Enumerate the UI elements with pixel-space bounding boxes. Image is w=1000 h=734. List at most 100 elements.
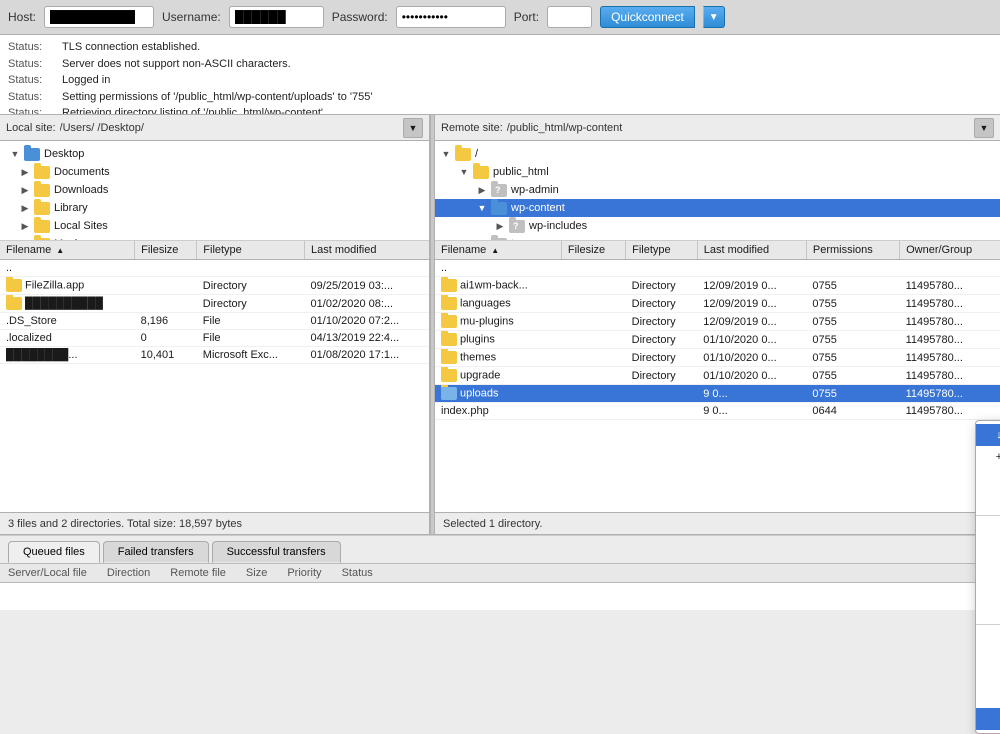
queue-headers: Server/Local file Direction Remote file … xyxy=(0,563,1000,582)
tree-item-documents[interactable]: ▶ Documents xyxy=(0,163,429,181)
tree-toggle-wp-content[interactable]: ▼ xyxy=(475,201,489,215)
table-row[interactable]: plugins Directory 01/10/2020 0... 0755 1… xyxy=(435,331,1000,349)
folder-icon-wp-admin: ? xyxy=(491,184,507,197)
tree-toggle-root[interactable]: ▼ xyxy=(439,147,453,161)
tree-toggle-public_html[interactable]: ▼ xyxy=(457,165,471,179)
folder-icon-row2 xyxy=(6,297,22,310)
queue-col-remote: Remote file xyxy=(170,567,226,579)
col-perms-remote[interactable]: Permissions xyxy=(806,241,899,260)
file-name: index.php xyxy=(435,403,561,420)
tree-label-desktop: Desktop xyxy=(44,148,84,160)
file-modified: 9 0... xyxy=(697,403,806,420)
port-input[interactable] xyxy=(547,6,592,28)
local-file-table-container[interactable]: Filename ▲ Filesize Filetype Last modifi… xyxy=(0,241,429,512)
folder-icon-documents xyxy=(34,166,50,179)
table-row[interactable]: ██████████ Directory 01/02/2020 08:... xyxy=(0,295,429,313)
file-size xyxy=(135,277,197,295)
tree-item-wp-content[interactable]: ▼ wp-content xyxy=(435,199,1000,217)
context-menu-create-dir[interactable]: Create directory xyxy=(976,519,1000,541)
file-modified: 01/10/2020 0... xyxy=(697,331,806,349)
table-row[interactable]: upgrade Directory 01/10/2020 0... 0755 1… xyxy=(435,367,1000,385)
tree-toggle-wp-includes[interactable]: ▶ xyxy=(493,219,507,233)
tree-item-downloads[interactable]: ▶ Downloads xyxy=(0,181,429,199)
file-modified: 01/02/2020 08:... xyxy=(305,295,429,313)
tree-toggle-wp-admin[interactable]: ▶ xyxy=(475,183,489,197)
col-filetype-remote[interactable]: Filetype xyxy=(626,241,698,260)
local-site-dropdown[interactable]: ▼ xyxy=(403,118,423,138)
file-owner: 11495780... xyxy=(900,385,1000,403)
tree-item-localsites[interactable]: ▶ Local Sites xyxy=(0,217,429,235)
table-row[interactable]: themes Directory 01/10/2020 0... 0755 11… xyxy=(435,349,1000,367)
quickconnect-dropdown-button[interactable]: ▼ xyxy=(703,6,725,28)
file-type xyxy=(197,260,305,277)
col-filesize-remote[interactable]: Filesize xyxy=(561,241,625,260)
enter-dir-icon xyxy=(992,472,1000,486)
tree-toggle-downloads[interactable]: ▶ xyxy=(18,183,32,197)
tree-toggle-localsites[interactable]: ▶ xyxy=(18,219,32,233)
col-filename-remote[interactable]: Filename ▲ xyxy=(435,241,561,260)
tree-item-public_html[interactable]: ▼ public_html xyxy=(435,163,1000,181)
context-menu-download[interactable]: ↓ Download xyxy=(976,424,1000,446)
file-size: 8,196 xyxy=(135,313,197,330)
col-owner-remote[interactable]: Owner/Group xyxy=(900,241,1000,260)
table-row-uploads[interactable]: uploads 9 0... 0755 11495780... xyxy=(435,385,1000,403)
tree-toggle-desktop[interactable]: ▼ xyxy=(8,147,22,161)
table-row[interactable]: .. xyxy=(435,260,1000,277)
table-row[interactable]: mu-plugins Directory 12/09/2019 0... 075… xyxy=(435,313,1000,331)
tree-toggle-library[interactable]: ▶ xyxy=(18,201,32,215)
tree-item-wp-admin[interactable]: ▶ ? wp-admin xyxy=(435,181,1000,199)
table-row[interactable]: languages Directory 12/09/2019 0... 0755… xyxy=(435,295,1000,313)
context-menu-refresh[interactable]: Refresh xyxy=(976,599,1000,621)
context-menu-copy-url[interactable]: Copy URL(s) to clipboard xyxy=(976,672,1000,708)
local-site-label: Local site: xyxy=(6,122,56,134)
remote-site-dropdown[interactable]: ▼ xyxy=(974,118,994,138)
col-filetype-local[interactable]: Filetype xyxy=(197,241,305,260)
tree-item-root[interactable]: ▼ / xyxy=(435,145,1000,163)
context-menu-file-perms[interactable]: File permissions... xyxy=(976,708,1000,730)
table-row[interactable]: index.php 9 0... 0644 11495780... xyxy=(435,403,1000,420)
password-input[interactable] xyxy=(396,6,506,28)
file-owner: 11495780... xyxy=(900,403,1000,420)
rename-icon xyxy=(992,654,1000,668)
context-menu-enter-dir[interactable]: Enter directory xyxy=(976,468,1000,490)
host-input[interactable] xyxy=(44,6,154,28)
context-menu-create-enter-dir[interactable]: Create directory and enter it xyxy=(976,541,1000,577)
col-modified-remote[interactable]: Last modified xyxy=(697,241,806,260)
folder-icon-ai1wm xyxy=(441,279,457,292)
file-owner: 11495780... xyxy=(900,349,1000,367)
col-filesize-local[interactable]: Filesize xyxy=(135,241,197,260)
col-filename-local[interactable]: Filename ▲ xyxy=(0,241,135,260)
file-name: .. xyxy=(0,260,135,277)
table-row[interactable]: .localized 0 File 04/13/2019 22:4... xyxy=(0,330,429,347)
context-menu-delete[interactable]: Delete xyxy=(976,628,1000,650)
table-row[interactable]: ████████... 10,401 Microsoft Exc... 01/0… xyxy=(0,347,429,364)
tree-toggle-documents[interactable]: ▶ xyxy=(18,165,32,179)
create-enter-dir-icon xyxy=(992,552,1000,566)
folder-icon-wp-includes: ? xyxy=(509,220,525,233)
file-perms: 0755 xyxy=(806,331,899,349)
remote-file-table-container[interactable]: Filename ▲ Filesize Filetype Last modifi… xyxy=(435,241,1000,512)
remote-tree: ▼ / ▼ public_html ▶ ? wp-admin ▼ wp-cont… xyxy=(435,141,1000,241)
file-type: Microsoft Exc... xyxy=(197,347,305,364)
queue-col-priority: Priority xyxy=(287,567,321,579)
tree-item-library[interactable]: ▶ Library xyxy=(0,199,429,217)
col-modified-local[interactable]: Last modified xyxy=(305,241,429,260)
tab-queued-files[interactable]: Queued files xyxy=(8,541,100,563)
context-menu-add-queue[interactable]: + Add files to queue xyxy=(976,446,1000,468)
username-input[interactable] xyxy=(229,6,324,28)
context-menu-create-file[interactable]: Create new file xyxy=(976,577,1000,599)
table-row[interactable]: FileZilla.app Directory 09/25/2019 03:..… xyxy=(0,277,429,295)
tab-failed-transfers[interactable]: Failed transfers xyxy=(103,541,209,563)
quickconnect-button[interactable]: Quickconnect xyxy=(600,6,695,28)
file-perms: 0755 xyxy=(806,349,899,367)
table-row[interactable]: .DS_Store 8,196 File 01/10/2020 07:2... xyxy=(0,313,429,330)
context-menu-rename[interactable]: Rename xyxy=(976,650,1000,672)
tree-item-desktop[interactable]: ▼ Desktop xyxy=(0,145,429,163)
tree-item-wp-includes[interactable]: ▶ ? wp-includes xyxy=(435,217,1000,235)
file-size xyxy=(561,277,625,295)
table-row[interactable]: ai1wm-back... Directory 12/09/2019 0... … xyxy=(435,277,1000,295)
file-name: themes xyxy=(435,349,561,367)
table-row[interactable]: .. xyxy=(0,260,429,277)
file-name: ████████... xyxy=(0,347,135,364)
tab-successful-transfers[interactable]: Successful transfers xyxy=(212,541,341,563)
